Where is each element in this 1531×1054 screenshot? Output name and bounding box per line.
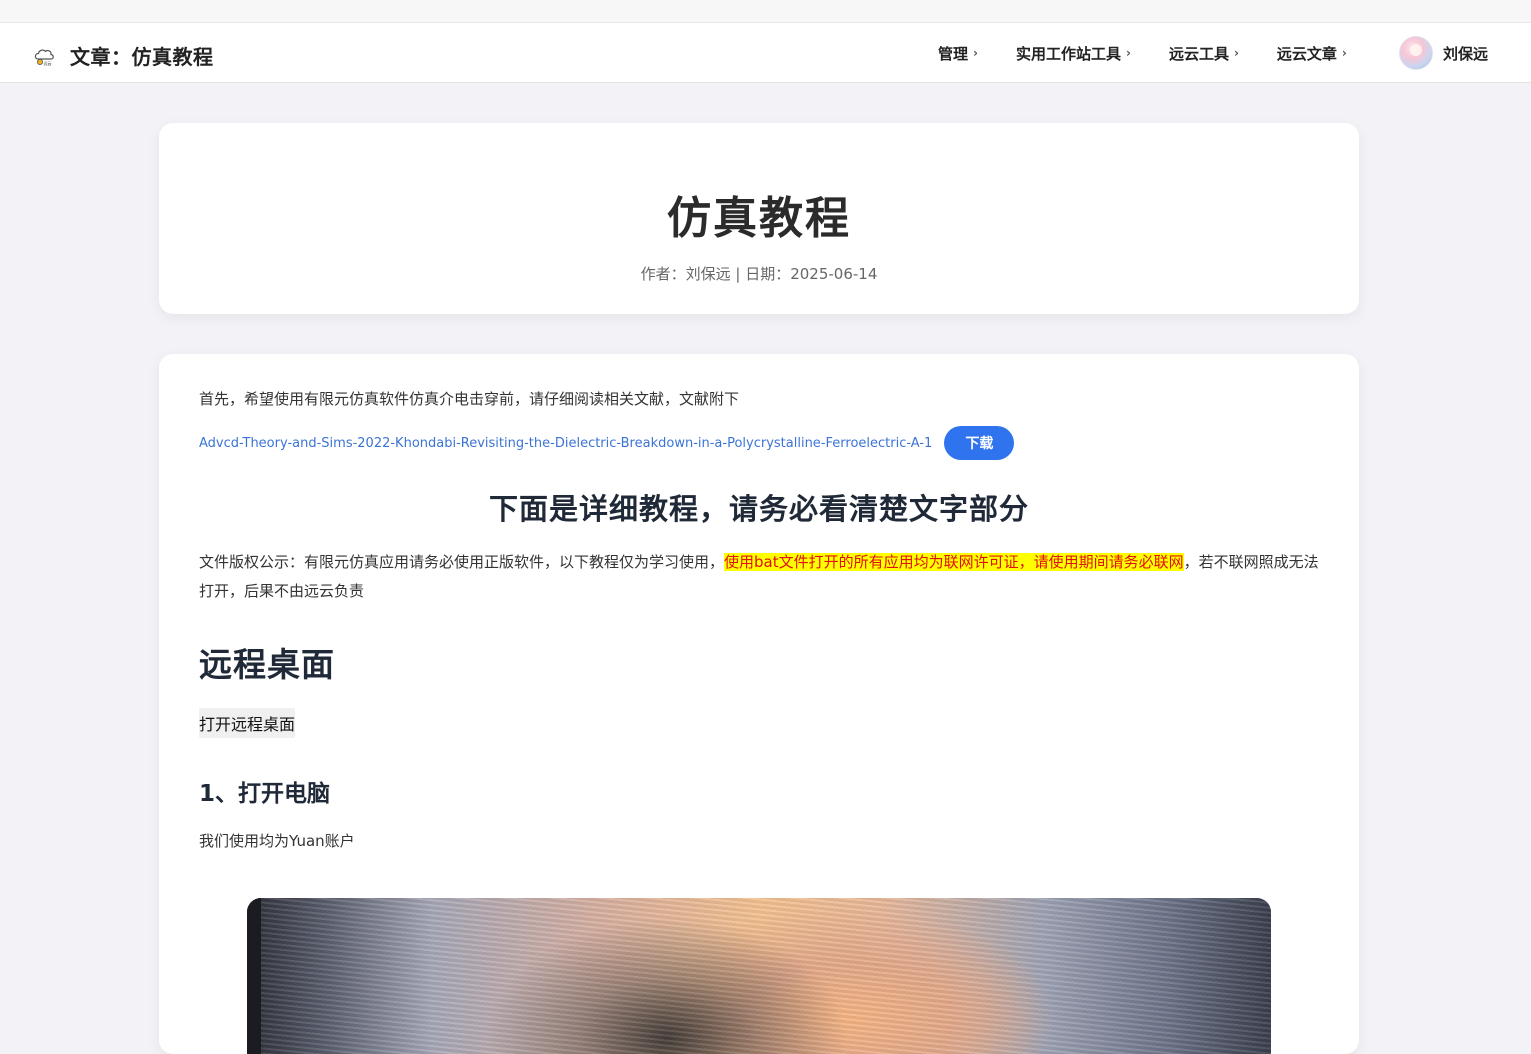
nav-item-manage[interactable]: 管理 › <box>938 43 978 64</box>
nav-item-label: 实用工作站工具 <box>1015 44 1121 63</box>
copyright-highlight: 使用bat文件打开的所有应用均为联网许可证，请使用期间请务必联网 <box>724 553 1184 571</box>
open-remote-desktop-button[interactable]: 打开远程桌面 <box>199 708 296 738</box>
nav-item-label: 远云文章 <box>1276 44 1337 63</box>
chevron-right-icon: › <box>1341 46 1347 60</box>
intro-paragraph: 首先，希望使用有限元仿真软件仿真介电击穿前，请仔细阅读相关文献，文献附下 <box>199 390 740 408</box>
account-paragraph: 我们使用均为Yuan账户 <box>199 832 355 850</box>
copyright-prefix: 文件版权公示：有限元仿真应用请务必使用正版软件，以下教程仅为学习使用， <box>199 553 725 571</box>
nav-item-label: 远云工具 <box>1168 44 1229 63</box>
copyright-notice: 文件版权公示：有限元仿真应用请务必使用正版软件，以下教程仅为学习使用，使用bat… <box>199 548 1319 606</box>
article-title: 仿真教程 <box>667 193 851 244</box>
chevron-right-icon: › <box>1233 46 1239 60</box>
chevron-right-icon: › <box>1125 46 1131 60</box>
step1-heading: 1、打开电脑 <box>199 781 331 807</box>
nav-item-workstation-tools[interactable]: 实用工作站工具 › <box>1016 43 1131 64</box>
avatar <box>1399 36 1433 70</box>
nav-item-yuanyun-tools[interactable]: 远云工具 › <box>1169 43 1239 64</box>
user-menu[interactable]: 刘保远 <box>1399 36 1488 70</box>
brand-title: 文章：仿真教程 <box>70 45 214 69</box>
article-content-card: 首先，希望使用有限元仿真软件仿真介电击穿前，请仔细阅读相关文献，文献附下 Adv… <box>159 354 1359 1054</box>
cloud-logo-icon: 远云 <box>34 49 54 66</box>
tutorial-photo <box>247 898 1271 1054</box>
remote-desktop-heading: 远程桌面 <box>199 645 335 684</box>
top-navbar: 远云 文章：仿真教程 管理 › 实用工作站工具 › 远云工具 › 远云文章 › … <box>0 23 1531 83</box>
attachment-row: Advcd-Theory-and-Sims-2022-Khondabi-Revi… <box>199 426 1015 460</box>
tutorial-section-title: 下面是详细教程，请务必看清楚文字部分 <box>488 492 1029 526</box>
brand[interactable]: 远云 文章：仿真教程 <box>32 41 214 70</box>
chevron-right-icon: › <box>973 46 978 60</box>
article-header-card: 仿真教程 作者：刘保远 | 日期：2025-06-14 <box>159 123 1359 314</box>
svg-text:远云: 远云 <box>44 60 52 66</box>
attachment-link[interactable]: Advcd-Theory-and-Sims-2022-Khondabi-Revi… <box>199 436 932 451</box>
browser-top-strip <box>0 0 1531 23</box>
nav-item-yuanyun-articles[interactable]: 远云文章 › <box>1277 43 1347 64</box>
nav-item-label: 管理 <box>938 44 969 63</box>
user-name: 刘保远 <box>1443 44 1489 63</box>
article-meta: 作者：刘保远 | 日期：2025-06-14 <box>640 265 878 283</box>
download-button[interactable]: 下载 <box>944 426 1015 460</box>
nav-menu: 管理 › 实用工作站工具 › 远云工具 › 远云文章 › <box>938 23 1385 83</box>
